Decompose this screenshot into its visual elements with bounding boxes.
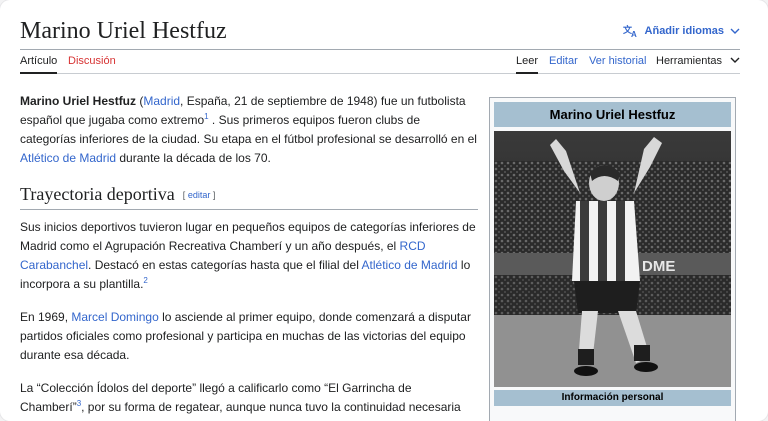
section-title: Trayectoria deportiva (20, 184, 175, 204)
bracket-close: ] (210, 190, 216, 200)
career-paragraph-1: Sus inicios deportivos tuvieron lugar en… (20, 218, 478, 294)
section-heading: Trayectoria deportiva [ editar ] (20, 182, 478, 210)
marcel-domingo-link[interactable]: Marcel Domingo (71, 310, 158, 324)
tab-article[interactable]: Artículo (20, 55, 58, 74)
intro-end: durante la década de los 70. (116, 151, 271, 165)
title-bar: Marino Uriel Hestfuz 文 A Añadir idiomas (20, 14, 740, 50)
add-languages-button[interactable]: 文 A Añadir idiomas (623, 24, 740, 38)
ref-2[interactable]: 2 (143, 276, 147, 285)
tools-label: Herramientas (656, 55, 723, 67)
svg-text:A: A (631, 30, 637, 38)
chevron-down-icon (730, 27, 740, 35)
infobox-personal-info-header: Información personal (494, 390, 731, 406)
tab-read[interactable]: Leer (516, 55, 539, 74)
p2-text-a: En 1969, (20, 310, 72, 324)
add-languages-label: Añadir idiomas (644, 25, 724, 37)
career-paragraph-3: La “Colección Ídolos del deporte” llegó … (20, 379, 478, 417)
tab-history[interactable]: Ver historial (589, 55, 646, 67)
p1-text-b: . Destacó en estas categorías hasta que … (88, 258, 362, 272)
player-photo[interactable]: DME (494, 131, 731, 387)
atletico-link[interactable]: Atlético de Madrid (20, 151, 116, 165)
page-title: Marino Uriel Hestfuz (20, 18, 227, 44)
banner-text: DME (642, 258, 675, 275)
player-photo-image: DME (494, 131, 731, 387)
chevron-down-icon (730, 55, 740, 67)
tab-discussion[interactable]: Discusión (68, 55, 116, 67)
infobox-title: Marino Uriel Hestfuz (494, 102, 731, 127)
infobox: Marino Uriel Hestfuz DME Información per… (489, 97, 736, 421)
translate-icon: 文 A (623, 24, 639, 38)
p3-text-b: , por su forma de regatear, aunque nunca… (81, 400, 461, 414)
browser-viewport: Marino Uriel Hestfuz 文 A Añadir idiomas … (0, 0, 768, 421)
page-tabs: Artículo Discusión Leer Editar Ver histo… (20, 50, 740, 74)
tab-edit[interactable]: Editar (549, 55, 578, 67)
tools-menu[interactable]: Herramientas (656, 55, 740, 67)
edit-section-link[interactable]: editar (188, 190, 211, 200)
intro-paragraph: Marino Uriel Hestfuz (Madrid, España, 21… (20, 92, 478, 168)
atletico-link[interactable]: Atlético de Madrid (362, 258, 458, 272)
section-edit: [ editar ] (183, 190, 216, 200)
wiki-page: Marino Uriel Hestfuz 文 A Añadir idiomas … (20, 0, 740, 421)
subject-name: Marino Uriel Hestfuz (20, 94, 137, 108)
article-body: Marino Uriel Hestfuz (Madrid, España, 21… (20, 92, 478, 421)
career-paragraph-2: En 1969, Marcel Domingo lo asciende al p… (20, 308, 478, 365)
madrid-link[interactable]: Madrid (143, 94, 180, 108)
